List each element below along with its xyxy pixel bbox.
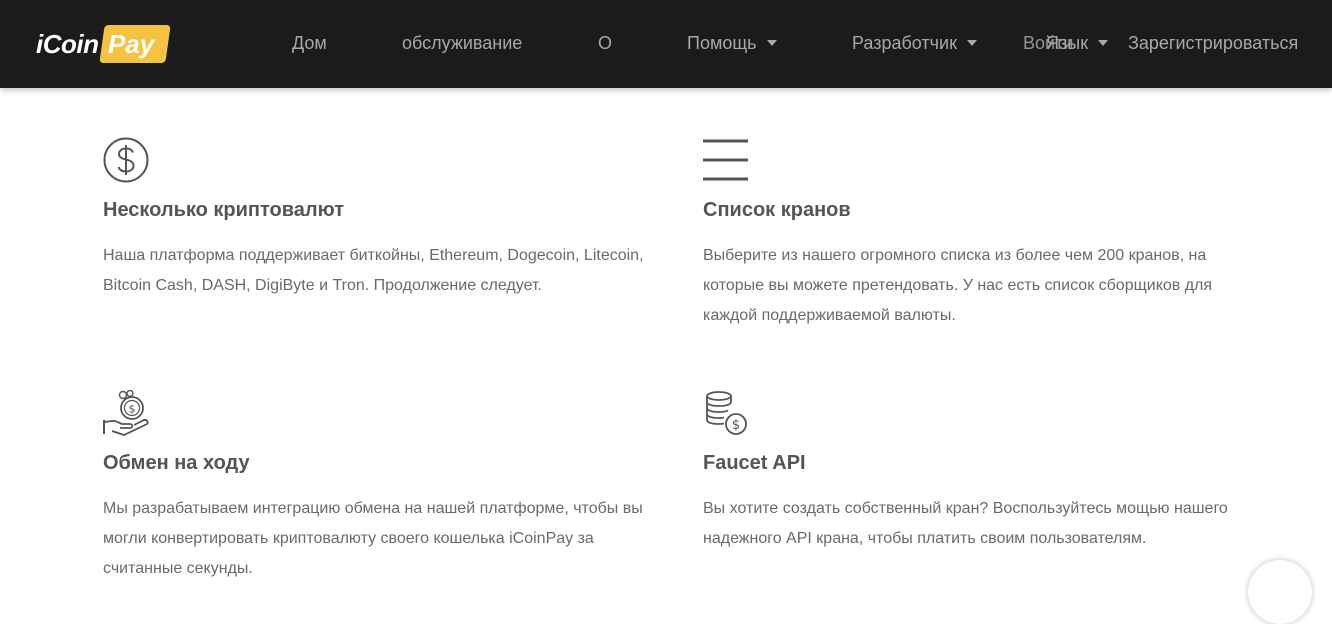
feature-faucet-list: Список кранов Выберите из нашего огромно…	[703, 137, 1263, 337]
chat-widget-button[interactable]	[1248, 560, 1312, 624]
nav-help-label: Помощь	[687, 33, 757, 53]
feature-faucet-api: $ Faucet API Вы хотите создать собственн…	[703, 390, 1263, 560]
list-icon	[703, 139, 748, 181]
logo-text-icoin: iCoin	[36, 29, 99, 59]
hand-coins-icon: $	[103, 390, 149, 436]
feature-multiple-cryptocurrencies: Несколько криптовалют Наша платформа под…	[103, 137, 663, 307]
nav-developer-dropdown[interactable]: Разработчик	[852, 32, 977, 54]
nav-register-link[interactable]: Зарегистрироваться	[1128, 32, 1298, 54]
dollar-circle-icon	[103, 137, 149, 183]
nav-help-dropdown[interactable]: Помощь	[687, 32, 777, 54]
nav-services-link[interactable]: обслуживание	[402, 32, 522, 54]
feature-title: Несколько криптовалют	[103, 199, 344, 221]
top-navbar: iCoin Pay Дом обслуживание О Помощь Разр…	[0, 0, 1332, 88]
feature-description: Наша платформа поддерживает биткойны, Et…	[103, 247, 644, 294]
icoinpay-logo[interactable]: iCoin Pay	[36, 23, 171, 65]
nav-about-link[interactable]: О	[598, 32, 612, 54]
svg-text:$: $	[732, 418, 740, 433]
chevron-down-icon	[766, 40, 777, 46]
feature-description: Мы разрабатываем интеграцию обмена на на…	[103, 500, 643, 577]
chevron-down-icon	[966, 40, 977, 46]
feature-title: Список кранов	[703, 199, 851, 221]
feature-title: Faucet API	[703, 452, 806, 474]
feature-description: Вы хотите создать собственный кран? Восп…	[703, 500, 1228, 547]
svg-text:$: $	[129, 403, 136, 416]
nav-home-link[interactable]: Дом	[292, 32, 327, 54]
coin-stack-icon: $	[706, 391, 747, 435]
feature-instant-exchange: $ Обмен на ходу Мы разрабатываем интегра…	[103, 390, 663, 577]
logo-text-pay: Pay	[108, 29, 155, 59]
feature-title: Обмен на ходу	[103, 452, 250, 474]
feature-description: Выберите из нашего огромного списка из б…	[703, 247, 1213, 324]
chevron-down-icon	[1098, 40, 1109, 46]
nav-developer-label: Разработчик	[852, 33, 957, 53]
nav-login-link[interactable]: Войти	[1023, 32, 1073, 54]
